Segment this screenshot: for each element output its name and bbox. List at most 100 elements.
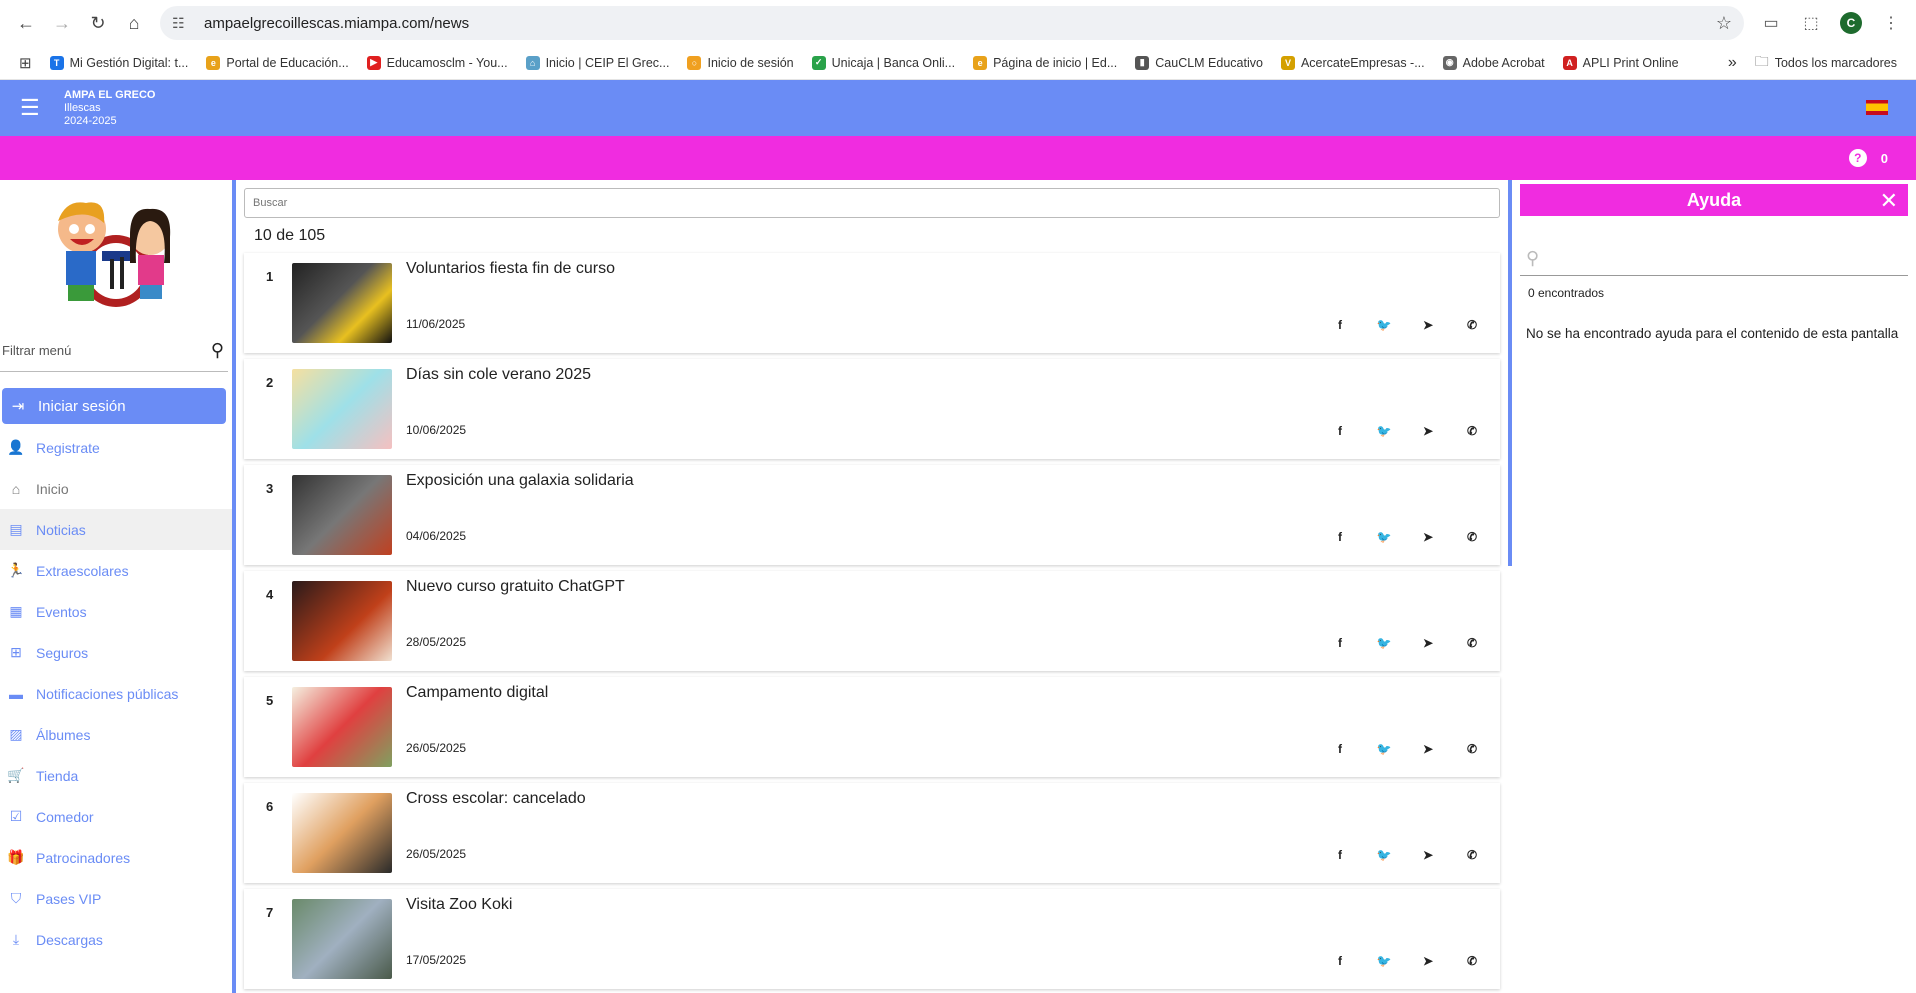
sidebar-item-descargas[interactable]: ⤓ Descargas — [0, 919, 232, 960]
sidebar-item-label: Tienda — [36, 767, 79, 784]
twitter-icon[interactable]: 🐦 — [1376, 317, 1392, 333]
news-thumbnail[interactable] — [292, 793, 392, 873]
sidebar-item-iniciar-sesion[interactable]: ⇥ Iniciar sesión — [2, 388, 226, 424]
news-thumbnail[interactable] — [292, 475, 392, 555]
bookmark-item[interactable]: V AcercateEmpresas -... — [1272, 49, 1434, 77]
facebook-icon[interactable]: f — [1332, 635, 1348, 651]
hamburger-menu-icon[interactable]: ☰ — [20, 95, 48, 121]
sidebar-item-notificaciones-publicas[interactable]: ▬ Notificaciones públicas — [0, 673, 232, 714]
news-search-input[interactable] — [244, 188, 1500, 218]
twitter-icon[interactable]: 🐦 — [1376, 847, 1392, 863]
telegram-icon[interactable]: ➤ — [1420, 635, 1436, 651]
news-thumbnail[interactable] — [292, 581, 392, 661]
back-button[interactable]: ← — [8, 5, 44, 41]
all-bookmarks-folder[interactable]: 🗀 Todos los marcadores — [1746, 49, 1906, 77]
facebook-icon[interactable]: f — [1332, 423, 1348, 439]
sidebar-item-eventos[interactable]: ▦ Eventos — [0, 591, 232, 632]
news-title[interactable]: Exposición una galaxia solidaria — [406, 465, 1500, 490]
facebook-icon[interactable]: f — [1332, 741, 1348, 757]
whatsapp-icon[interactable]: ✆ — [1464, 953, 1480, 969]
news-thumbnail[interactable] — [292, 263, 392, 343]
bookmark-item[interactable]: e Portal de Educación... — [197, 49, 357, 77]
news-item[interactable]: 5 Campamento digital 26/05/2025 f 🐦 ➤ ✆ — [244, 677, 1500, 777]
news-thumbnail[interactable] — [292, 687, 392, 767]
whatsapp-icon[interactable]: ✆ — [1464, 423, 1480, 439]
site-info-icon[interactable]: ☷ — [172, 15, 194, 32]
bookmark-item[interactable]: ◉ Adobe Acrobat — [1434, 49, 1554, 77]
news-title[interactable]: Cross escolar: cancelado — [406, 783, 1500, 808]
bookmark-item[interactable]: ⌂ Inicio | CEIP El Grec... — [517, 49, 679, 77]
telegram-icon[interactable]: ➤ — [1420, 741, 1436, 757]
whatsapp-icon[interactable]: ✆ — [1464, 741, 1480, 757]
news-thumbnail[interactable] — [292, 899, 392, 979]
telegram-icon[interactable]: ➤ — [1420, 423, 1436, 439]
news-thumbnail[interactable] — [292, 369, 392, 449]
bookmark-label: Inicio de sesión — [707, 55, 794, 70]
extensions-icon[interactable]: ⬚ — [1794, 6, 1828, 40]
bookmark-star-icon[interactable]: ☆ — [1716, 13, 1732, 34]
telegram-icon[interactable]: ➤ — [1420, 529, 1436, 545]
sidebar-item-noticias[interactable]: ▤ Noticias — [0, 509, 232, 550]
news-item[interactable]: 4 Nuevo curso gratuito ChatGPT 28/05/2025 f… — [244, 571, 1500, 671]
news-item[interactable]: 1 Voluntarios fiesta fin de curso 11/06/20… — [244, 253, 1500, 353]
bookmark-item[interactable]: ✓ Unicaja | Banca Onli... — [803, 49, 964, 77]
telegram-icon[interactable]: ➤ — [1420, 317, 1436, 333]
facebook-icon[interactable]: f — [1332, 529, 1348, 545]
help-search-input[interactable]: ⚲ — [1520, 242, 1908, 276]
twitter-icon[interactable]: 🐦 — [1376, 741, 1392, 757]
news-item[interactable]: 3 Exposición una galaxia solidaria 04/06/2… — [244, 465, 1500, 565]
filter-menu-input[interactable]: Filtrar menú ⚲ — [0, 330, 228, 372]
news-title[interactable]: Voluntarios fiesta fin de curso — [406, 253, 1500, 278]
facebook-icon[interactable]: f — [1332, 847, 1348, 863]
menu-kebab-icon[interactable]: ⋮ — [1874, 6, 1908, 40]
scroll-divider[interactable] — [1508, 180, 1512, 566]
sidebar-item-pases-vip[interactable]: ⛉ Pases VIP — [0, 878, 232, 919]
close-icon[interactable]: ✕ — [1880, 188, 1898, 214]
bookmark-item[interactable]: ▮ CauCLM Educativo — [1126, 49, 1272, 77]
facebook-icon[interactable]: f — [1332, 953, 1348, 969]
sidebar-item-seguros[interactable]: ⊞ Seguros — [0, 632, 232, 673]
whatsapp-icon[interactable]: ✆ — [1464, 317, 1480, 333]
whatsapp-icon[interactable]: ✆ — [1464, 529, 1480, 545]
sidebar-item-albumes[interactable]: ▨ Álbumes — [0, 714, 232, 755]
sidebar-item-patrocinadores[interactable]: 🎁 Patrocinadores — [0, 837, 232, 878]
news-title[interactable]: Campamento digital — [406, 677, 1500, 702]
bookmark-item[interactable]: e Página de inicio | Ed... — [964, 49, 1126, 77]
news-item[interactable]: 6 Cross escolar: cancelado 26/05/2025 f 🐦 ➤ ✆ — [244, 783, 1500, 883]
cast-icon[interactable]: ▭ — [1754, 6, 1788, 40]
news-title[interactable]: Días sin cole verano 2025 — [406, 359, 1500, 384]
more-bookmarks-chevron-icon[interactable]: » — [1719, 49, 1746, 77]
twitter-icon[interactable]: 🐦 — [1376, 423, 1392, 439]
sidebar-item-inicio[interactable]: ⌂ Inicio — [0, 468, 232, 509]
bookmark-item[interactable]: T Mi Gestión Digital: t... — [41, 49, 198, 77]
search-icon[interactable]: ⚲ — [211, 340, 224, 361]
news-title[interactable]: Visita Zoo Koki — [406, 889, 1500, 914]
home-button[interactable]: ⌂ — [116, 5, 152, 41]
facebook-icon[interactable]: f — [1332, 317, 1348, 333]
twitter-icon[interactable]: 🐦 — [1376, 529, 1392, 545]
bookmark-item[interactable]: ○ Inicio de sesión — [678, 49, 802, 77]
address-bar[interactable]: ☷ ampaelgrecoillescas.miampa.com/news ☆ — [160, 6, 1744, 40]
news-item[interactable]: 2 Días sin cole verano 2025 10/06/2025 f 🐦 ➤ ✆ — [244, 359, 1500, 459]
sidebar-item-tienda[interactable]: 🛒 Tienda — [0, 755, 232, 796]
sidebar-item-registrate[interactable]: 👤 Registrate — [0, 427, 232, 468]
help-count: 0 — [1880, 150, 1888, 166]
help-question-icon[interactable]: ? — [1848, 149, 1867, 167]
apps-grid-icon[interactable]: ⊞ — [10, 49, 41, 77]
twitter-icon[interactable]: 🐦 — [1376, 635, 1392, 651]
news-item[interactable]: 7 Visita Zoo Koki 17/05/2025 f 🐦 ➤ ✆ — [244, 889, 1500, 989]
twitter-icon[interactable]: 🐦 — [1376, 953, 1392, 969]
reload-button[interactable]: ↻ — [80, 5, 116, 41]
news-title[interactable]: Nuevo curso gratuito ChatGPT — [406, 571, 1500, 596]
sidebar-item-extraescolares[interactable]: 🏃 Extraescolares — [0, 550, 232, 591]
spain-flag-icon[interactable] — [1866, 100, 1888, 115]
profile-avatar[interactable]: C — [1834, 6, 1868, 40]
sidebar-item-comedor[interactable]: ☑ Comedor — [0, 796, 232, 837]
whatsapp-icon[interactable]: ✆ — [1464, 847, 1480, 863]
whatsapp-icon[interactable]: ✆ — [1464, 635, 1480, 651]
telegram-icon[interactable]: ➤ — [1420, 847, 1436, 863]
forward-button[interactable]: → — [44, 5, 80, 41]
bookmark-item[interactable]: A APLI Print Online — [1554, 49, 1688, 77]
telegram-icon[interactable]: ➤ — [1420, 953, 1436, 969]
bookmark-item[interactable]: ▶ Educamosclm - You... — [358, 49, 517, 77]
